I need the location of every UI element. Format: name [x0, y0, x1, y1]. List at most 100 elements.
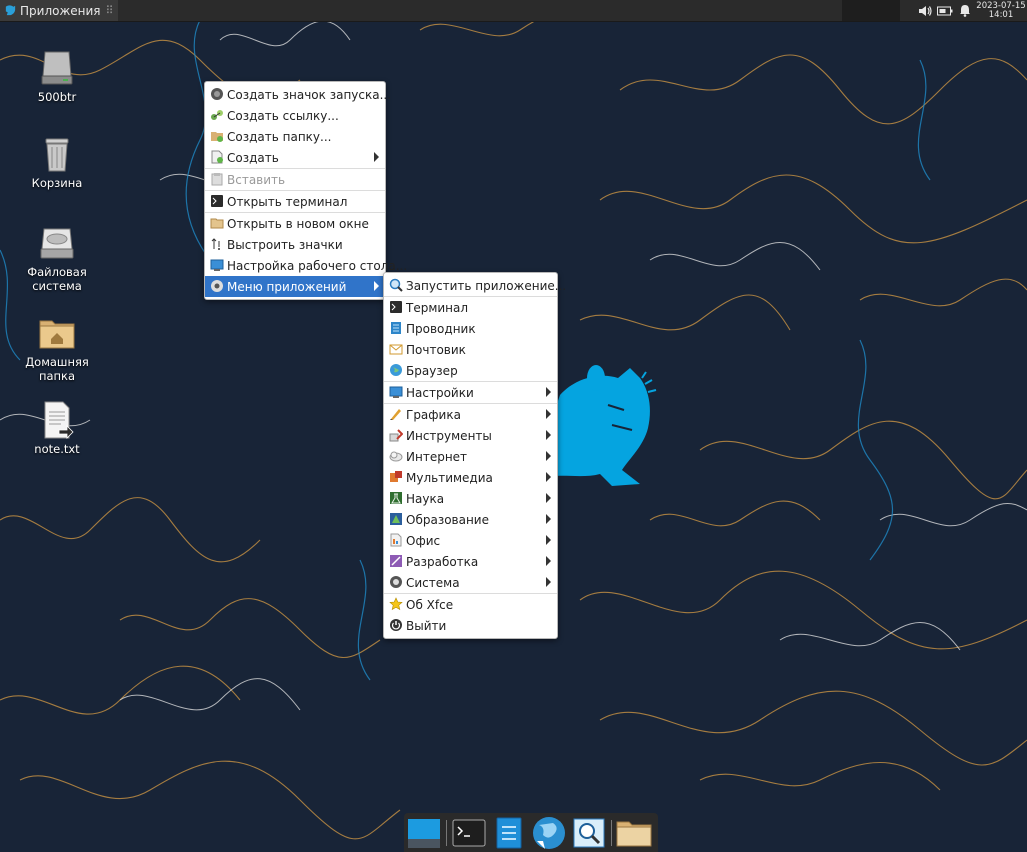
menu-item-paste[interactable]: Вставить	[205, 169, 385, 190]
graphics-icon	[390, 409, 401, 420]
document-new-icon	[211, 150, 223, 164]
education-icon	[390, 513, 402, 525]
menu-item-education[interactable]: Образование	[384, 509, 557, 530]
menu-item-label: Разработка	[406, 554, 479, 569]
internet-icon	[389, 451, 403, 462]
menu-item-desktop-settings[interactable]: Настройка рабочего стола...	[205, 255, 407, 276]
desktop-icon-filesystem[interactable]: Файловая система	[17, 223, 97, 293]
menu-item-tools[interactable]: Инструменты	[384, 425, 557, 446]
terminal-icon	[452, 819, 486, 846]
menu-item-internet[interactable]: Интернет	[384, 446, 557, 467]
volume-icon[interactable]	[915, 0, 935, 21]
desktop-icon-500btr[interactable]: 500btr	[17, 48, 97, 104]
menu-item-terminal[interactable]: Терминал	[384, 297, 557, 318]
desktop-icon-trash[interactable]: Корзина	[17, 134, 97, 190]
desktop-settings-icon	[210, 259, 224, 271]
menu-item-development[interactable]: Разработка	[384, 551, 557, 572]
dock-file-manager-button[interactable]	[489, 813, 529, 852]
menu-item-create-link[interactable]: Создать ссылку...	[205, 105, 385, 126]
battery-icon[interactable]	[935, 0, 955, 21]
menu-item-label: Настройка рабочего стола...	[227, 258, 408, 273]
menu-item-label: Настройки	[406, 385, 474, 400]
menu-item-mail[interactable]: Почтовик	[384, 339, 557, 360]
menu-item-label: Проводник	[406, 321, 476, 336]
menu-item-applications-menu[interactable]: Меню приложений	[205, 276, 385, 297]
menu-item-file-manager[interactable]: Проводник	[384, 318, 557, 339]
panel-handle-icon[interactable]: ⠿	[106, 4, 114, 17]
menu-item-multimedia[interactable]: Мультимедиа	[384, 467, 557, 488]
submenu-arrow-icon	[374, 281, 379, 291]
science-icon	[390, 492, 402, 504]
menu-item-label: Почтовик	[406, 342, 466, 357]
menu-item-label: Меню приложений	[227, 279, 347, 294]
settings-icon	[389, 386, 403, 398]
menu-item-science[interactable]: Наука	[384, 488, 557, 509]
menu-item-label: Браузер	[406, 363, 458, 378]
menu-item-logout[interactable]: Выйти	[384, 615, 557, 636]
tray-empty-area	[842, 0, 900, 21]
dock-folder-button[interactable]	[614, 813, 654, 852]
menu-item-label: Выстроить значки	[227, 237, 343, 252]
terminal-icon	[390, 301, 402, 313]
menu-item-label: Об Xfce	[406, 597, 454, 612]
submenu-arrow-icon	[546, 493, 551, 503]
menu-item-create-launcher[interactable]: Создать значок запуска...	[205, 84, 391, 105]
submenu-arrow-icon	[546, 577, 551, 587]
desktop-icon-label: note.txt	[34, 442, 80, 456]
menu-item-label: Выйти	[406, 618, 447, 633]
system-tray: 2023-07-15 14:01	[915, 0, 1027, 21]
submenu-arrow-icon	[546, 514, 551, 524]
submenu-arrow-icon	[546, 409, 551, 419]
submenu-arrow-icon	[546, 387, 551, 397]
desktop-icon-home[interactable]: Домашняя папка	[17, 313, 97, 383]
applications-menu-label: Приложения	[20, 3, 101, 18]
launcher-icon	[211, 88, 223, 100]
dock-terminal-button[interactable]	[449, 813, 489, 852]
menu-item-label: Создать	[227, 150, 279, 165]
applications-submenu: Запустить приложение... Терминал Проводн…	[383, 272, 566, 639]
desktop-context-menu: Создать значок запуска... Создать ссылку…	[204, 81, 407, 300]
menu-item-create-submenu[interactable]: Создать	[205, 147, 385, 168]
menu-item-settings[interactable]: Настройки	[384, 382, 557, 403]
folder-icon	[210, 218, 224, 229]
menu-item-arrange-icons[interactable]: Выстроить значки	[205, 234, 385, 255]
applications-menu-button[interactable]: Приложения ⠿	[0, 0, 118, 21]
text-file-icon	[44, 401, 74, 439]
menu-item-graphics[interactable]: Графика	[384, 404, 557, 425]
run-icon	[389, 278, 403, 292]
desktop-icon-label: Файловая система	[27, 265, 87, 293]
submenu-arrow-icon	[546, 556, 551, 566]
dock-separator	[611, 819, 612, 846]
clock[interactable]: 2023-07-15 14:01	[975, 1, 1027, 20]
terminal-icon	[211, 195, 223, 207]
bottom-dock	[404, 813, 658, 852]
menu-item-office[interactable]: Офис	[384, 530, 557, 551]
menu-item-label: Запустить приложение...	[406, 278, 567, 293]
drive-icon	[41, 51, 73, 85]
menu-item-label: Создать значок запуска...	[227, 87, 392, 102]
menu-item-label: Офис	[406, 533, 441, 548]
menu-item-browser[interactable]: Браузер	[384, 360, 557, 381]
menu-item-create-folder[interactable]: Создать папку...	[205, 126, 385, 147]
menu-item-open-new-window[interactable]: Открыть в новом окне	[205, 213, 385, 234]
browser-icon	[390, 364, 402, 376]
menu-item-run-application[interactable]: Запустить приложение...	[384, 275, 566, 296]
clock-time: 14:01	[988, 9, 1014, 20]
menu-item-system[interactable]: Система	[384, 572, 557, 593]
home-folder-icon	[39, 320, 75, 349]
system-icon	[390, 576, 402, 588]
app-finder-icon	[573, 818, 605, 847]
menu-item-about-xfce[interactable]: Об Xfce	[384, 594, 557, 615]
menu-item-label: Создать ссылку...	[227, 108, 339, 123]
dock-app-finder-button[interactable]	[569, 813, 609, 852]
menu-item-label: Графика	[406, 407, 461, 422]
notification-bell-icon[interactable]	[955, 0, 975, 21]
desktop-icon-note[interactable]: note.txt	[17, 400, 97, 456]
link-icon	[211, 110, 223, 120]
multimedia-icon	[390, 471, 402, 482]
file-manager-icon	[496, 817, 522, 848]
dock-show-desktop-button[interactable]	[404, 813, 444, 852]
menu-item-label: Создать папку...	[227, 129, 332, 144]
menu-item-open-terminal[interactable]: Открыть терминал	[205, 191, 385, 212]
dock-browser-button[interactable]	[529, 813, 569, 852]
